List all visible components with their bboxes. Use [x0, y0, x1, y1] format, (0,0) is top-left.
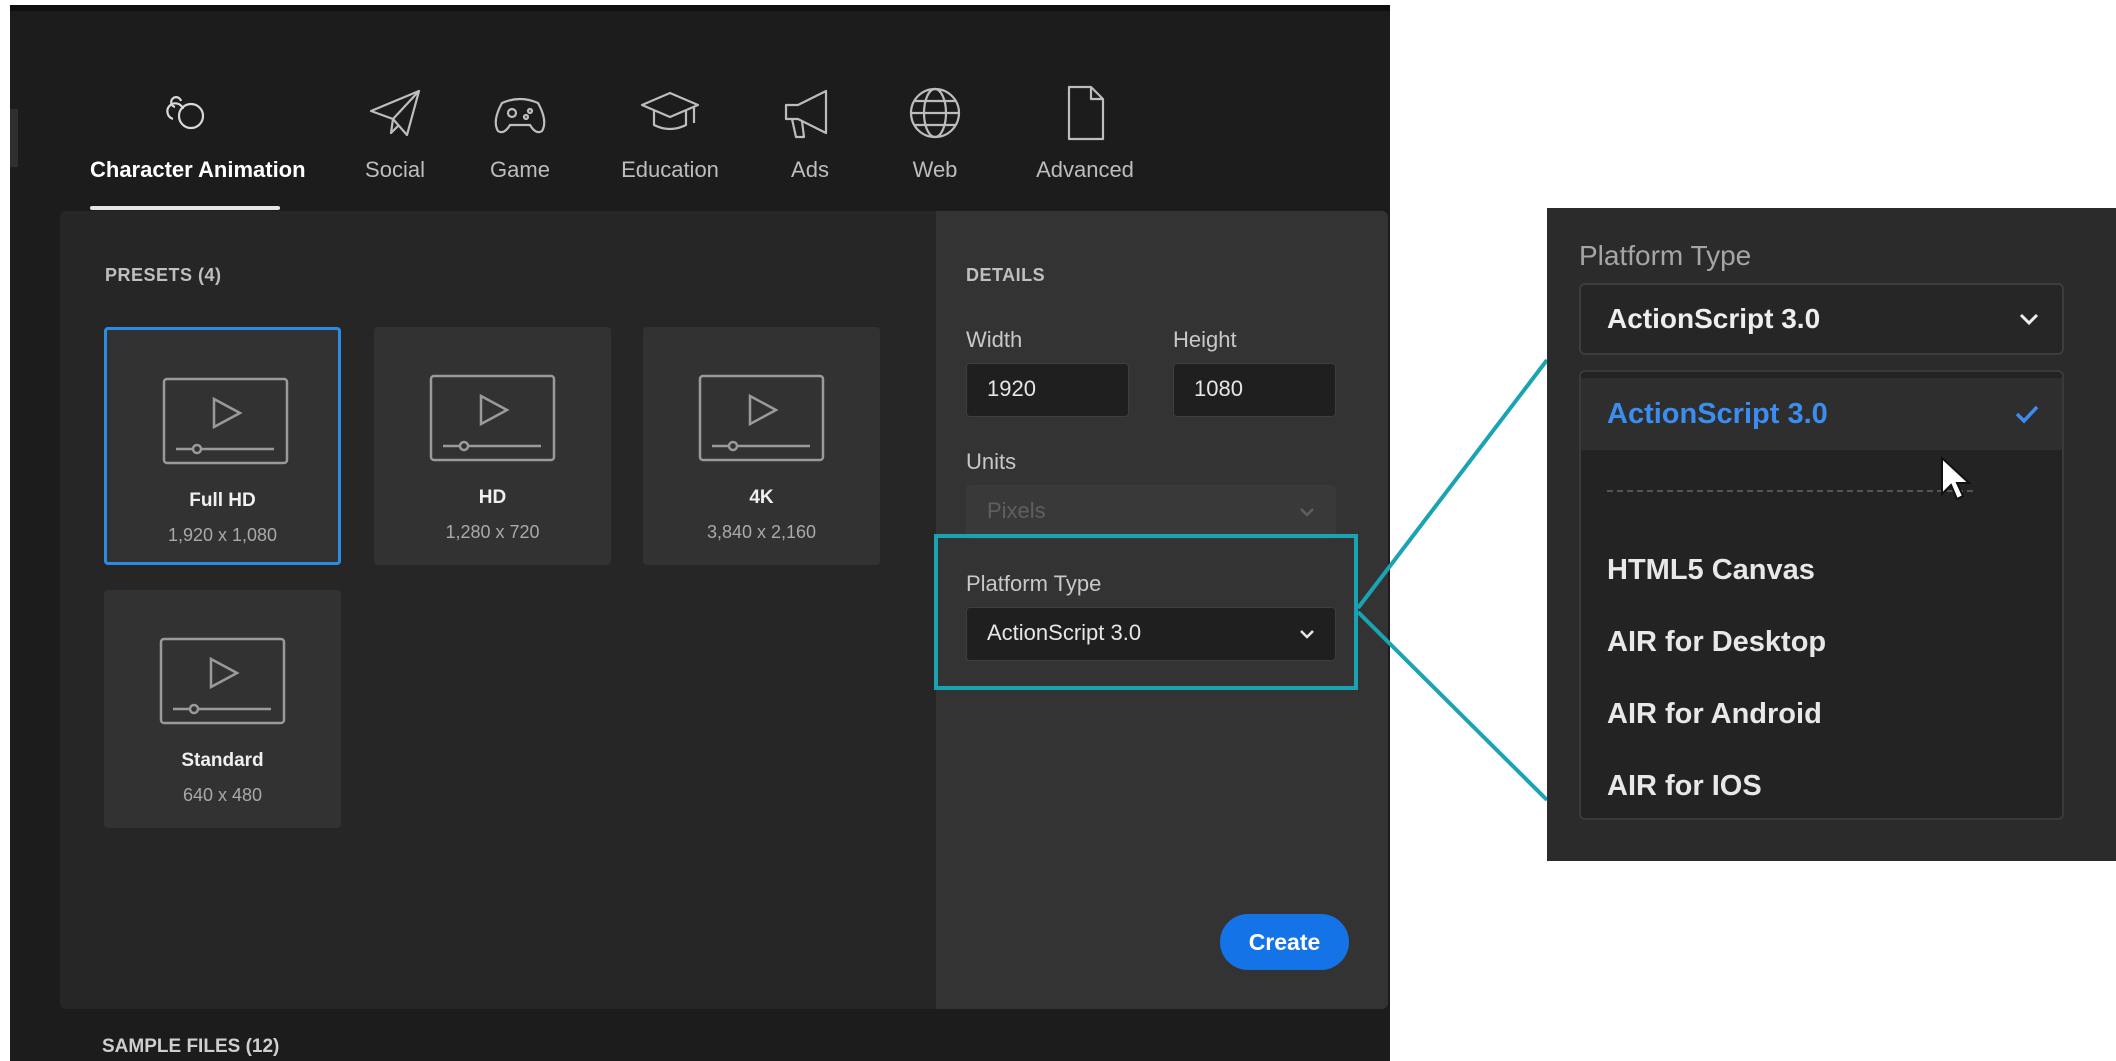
- height-label: Height: [1173, 327, 1237, 352]
- character-animation-icon: [153, 81, 217, 145]
- tab-label: Ads: [791, 157, 829, 182]
- preset-size: 3,840 x 2,160: [706, 522, 817, 542]
- tab-character-animation[interactable]: Character Animation: [90, 71, 306, 216]
- callout-highlight-box: [934, 534, 1358, 690]
- tab-social[interactable]: Social: [340, 71, 450, 216]
- tab-label: Social: [365, 157, 425, 182]
- preset-name: Standard: [181, 750, 264, 771]
- tab-game[interactable]: Game: [470, 71, 570, 216]
- presets-title: PRESETS (4): [105, 265, 222, 285]
- preset-name: Full HD: [189, 490, 256, 511]
- chevron-down-icon: [2018, 285, 2040, 353]
- preset-name: HD: [478, 487, 507, 508]
- units-label: Units: [966, 449, 1017, 474]
- preset-full-hd[interactable]: Full HD 1,920 x 1,080: [104, 327, 341, 565]
- tab-education[interactable]: Education: [605, 71, 735, 216]
- zoom-platform-type-label: Platform Type: [1579, 240, 1752, 271]
- details-title: DETAILS: [966, 265, 1046, 285]
- preset-name: 4K: [749, 487, 774, 508]
- video-thumbnail-icon: [159, 637, 286, 725]
- option-air-for-desktop[interactable]: AIR for Desktop: [1581, 606, 2062, 678]
- tab-ads[interactable]: Ads: [765, 71, 855, 216]
- option-html5-canvas[interactable]: HTML5 Canvas: [1581, 534, 2062, 606]
- units-select[interactable]: Pixels: [966, 485, 1336, 539]
- preset-size: 640 x 480: [182, 785, 263, 805]
- platform-options-list: ActionScript 3.0 HTML5 Canvas AIR for De…: [1579, 370, 2064, 820]
- option-air-for-ios[interactable]: AIR for IOS: [1581, 750, 2062, 822]
- create-button[interactable]: Create: [1220, 914, 1349, 970]
- new-document-dialog: Character Animation Social Game Educatio…: [10, 5, 1390, 1061]
- height-input[interactable]: 1080: [1173, 363, 1336, 417]
- preset-hd[interactable]: HD 1,280 x 720: [374, 327, 611, 565]
- zoom-platform-type-value: ActionScript 3.0: [1607, 303, 1821, 334]
- preset-size: 1,280 x 720: [445, 522, 540, 542]
- option-label: ActionScript 3.0: [1607, 398, 1828, 430]
- graduation-cap-icon: [638, 81, 702, 145]
- units-value: Pixels: [987, 498, 1046, 523]
- chevron-down-icon: [1299, 486, 1315, 538]
- mouse-cursor-icon: [1941, 456, 1972, 501]
- presets-panel: PRESETS (4) Full HD 1,920 x 1,080 HD 1,2…: [60, 211, 936, 1009]
- megaphone-icon: [778, 81, 842, 145]
- tab-label: Game: [490, 157, 550, 182]
- preset-standard[interactable]: Standard 640 x 480: [104, 590, 341, 828]
- video-thumbnail-icon: [698, 374, 825, 462]
- width-input[interactable]: 1920: [966, 363, 1129, 417]
- tab-advanced[interactable]: Advanced: [1020, 71, 1150, 216]
- option-actionscript-3[interactable]: ActionScript 3.0: [1581, 378, 2062, 450]
- zoom-platform-type-select[interactable]: ActionScript 3.0: [1579, 283, 2064, 355]
- document-icon: [1053, 81, 1117, 145]
- paper-plane-icon: [363, 81, 427, 145]
- video-thumbnail-icon: [429, 374, 556, 462]
- checkmark-icon: [2014, 378, 2040, 450]
- video-thumbnail-icon: [162, 377, 289, 465]
- tab-label: Web: [912, 157, 958, 182]
- tab-label: Advanced: [1036, 157, 1134, 182]
- scrollbar-stub[interactable]: [10, 109, 18, 167]
- width-label: Width: [966, 327, 1023, 352]
- options-separator: [1607, 490, 1973, 492]
- globe-icon: [903, 81, 967, 145]
- sample-files-title: SAMPLE FILES (12): [102, 1036, 280, 1057]
- tab-label: Character Animation: [90, 157, 306, 182]
- tab-web[interactable]: Web: [890, 71, 980, 216]
- preset-4k[interactable]: 4K 3,840 x 2,160: [643, 327, 880, 565]
- gamepad-icon: [488, 81, 552, 145]
- option-air-for-android[interactable]: AIR for Android: [1581, 678, 2062, 750]
- tab-label: Education: [621, 157, 719, 182]
- preset-size: 1,920 x 1,080: [167, 525, 278, 545]
- zoomed-platform-dropdown: Platform Type ActionScript 3.0 ActionScr…: [1547, 208, 2116, 861]
- active-tab-underline: [90, 206, 280, 210]
